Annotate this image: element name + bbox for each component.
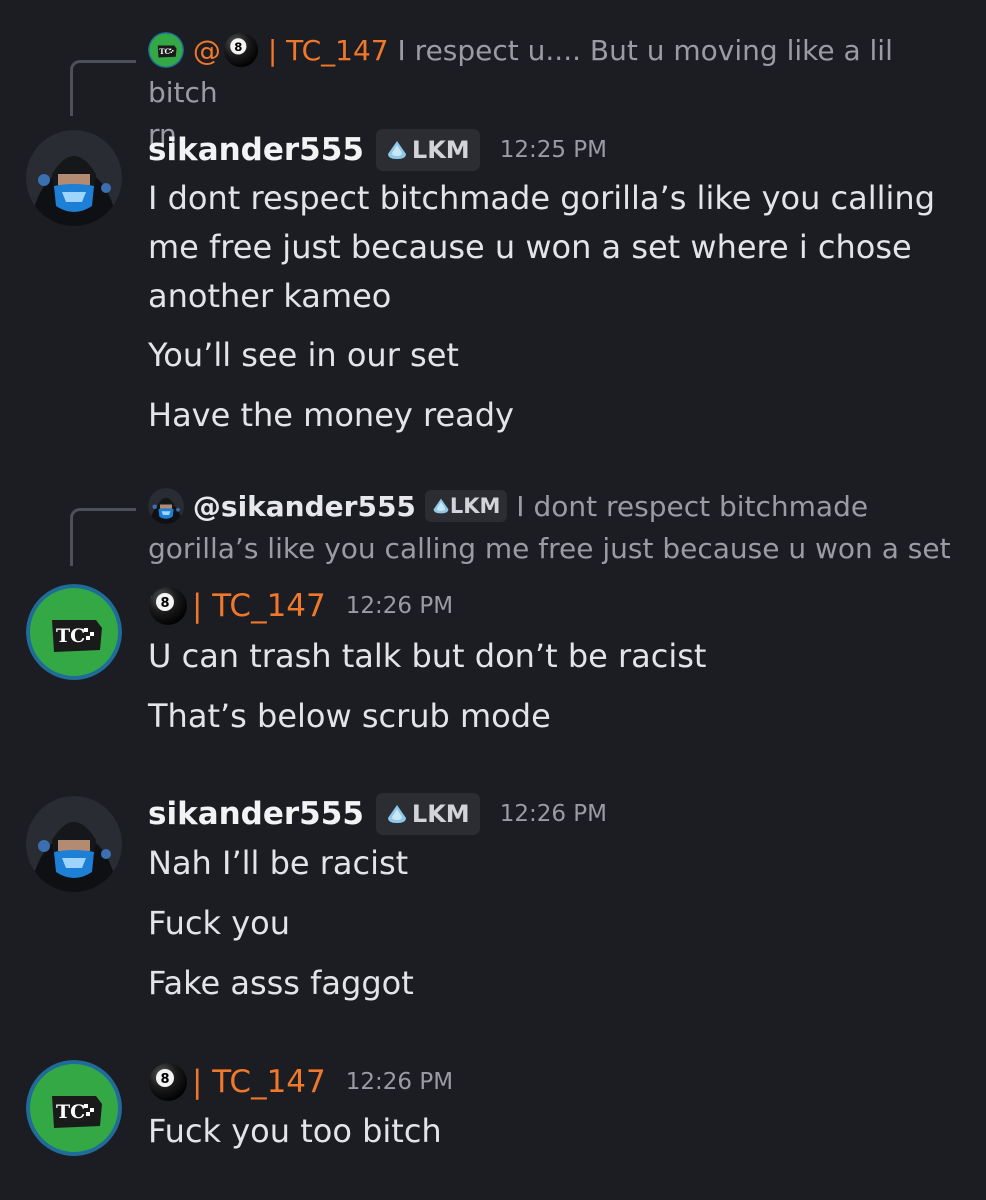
badge-label: LKM bbox=[411, 136, 470, 164]
reply-mention-prefix: @ bbox=[192, 34, 221, 67]
message-line: me free just because u won a set where i… bbox=[148, 228, 912, 266]
diamond-icon bbox=[386, 139, 408, 161]
reply-connector bbox=[70, 60, 136, 116]
reply-author[interactable]: @sikander555 bbox=[193, 490, 416, 523]
message-line: U can trash talk but don’t be racist bbox=[148, 637, 707, 675]
avatar[interactable] bbox=[26, 1060, 122, 1156]
tc-avatar-icon bbox=[26, 584, 122, 680]
timestamp: 12:26 PM bbox=[499, 801, 607, 827]
message-line: I dont respect bitchmade gorilla’s like … bbox=[148, 179, 936, 217]
message-line: Nah I’ll be racist bbox=[148, 844, 409, 882]
message-header: sikander555 LKM 12:26 PM bbox=[148, 790, 607, 838]
message-line: Fake asss faggot bbox=[148, 964, 414, 1002]
message-header: | TC_147 12:26 PM bbox=[148, 1058, 453, 1106]
message-header: sikander555 LKM 12:25 PM bbox=[148, 126, 607, 174]
clan-badge[interactable]: LKM bbox=[375, 793, 480, 835]
reply-text: I dont respect bitchmade bbox=[516, 490, 869, 523]
message-line: Fuck you too bitch bbox=[148, 1112, 442, 1150]
username[interactable]: | TC_147 bbox=[192, 588, 326, 624]
diamond-icon bbox=[432, 497, 450, 515]
message-header: | TC_147 12:26 PM bbox=[148, 582, 453, 630]
badge-label: LKM bbox=[411, 800, 470, 828]
clan-badge[interactable]: LKM bbox=[375, 129, 480, 171]
eight-ball-icon bbox=[223, 32, 259, 68]
ninja-avatar-icon bbox=[148, 488, 184, 524]
badge-label: LKM bbox=[449, 494, 501, 518]
message-line: another kameo bbox=[148, 277, 392, 315]
avatar[interactable] bbox=[26, 130, 122, 226]
tc-avatar-icon bbox=[26, 1060, 122, 1156]
message-line: That’s below scrub mode bbox=[148, 697, 551, 735]
eight-ball-icon bbox=[148, 586, 188, 626]
reply-text: I respect u.... But u moving like a lil … bbox=[148, 34, 893, 109]
ninja-avatar-icon bbox=[26, 130, 122, 226]
username[interactable]: | TC_147 bbox=[192, 1064, 326, 1100]
reply-connector bbox=[70, 508, 136, 566]
message-line: Fuck you bbox=[148, 904, 291, 942]
ninja-avatar-icon bbox=[26, 796, 122, 892]
avatar[interactable] bbox=[26, 584, 122, 680]
avatar[interactable] bbox=[26, 796, 122, 892]
timestamp: 12:26 PM bbox=[345, 1069, 454, 1095]
message-line: Have the money ready bbox=[148, 396, 514, 434]
diamond-icon bbox=[386, 803, 408, 825]
chat-log: @ | TC_147 I respect u.... But u moving … bbox=[0, 0, 986, 1200]
timestamp: 12:25 PM bbox=[499, 137, 607, 163]
eight-ball-icon bbox=[148, 1062, 188, 1102]
username[interactable]: sikander555 bbox=[148, 796, 364, 832]
message-line: You’ll see in our set bbox=[148, 336, 459, 374]
clan-badge[interactable]: LKM bbox=[424, 490, 508, 522]
timestamp: 12:26 PM bbox=[345, 593, 454, 619]
username[interactable]: sikander555 bbox=[148, 132, 364, 168]
tc-avatar-icon bbox=[148, 32, 184, 68]
reply-author[interactable]: | TC_147 bbox=[268, 34, 389, 67]
